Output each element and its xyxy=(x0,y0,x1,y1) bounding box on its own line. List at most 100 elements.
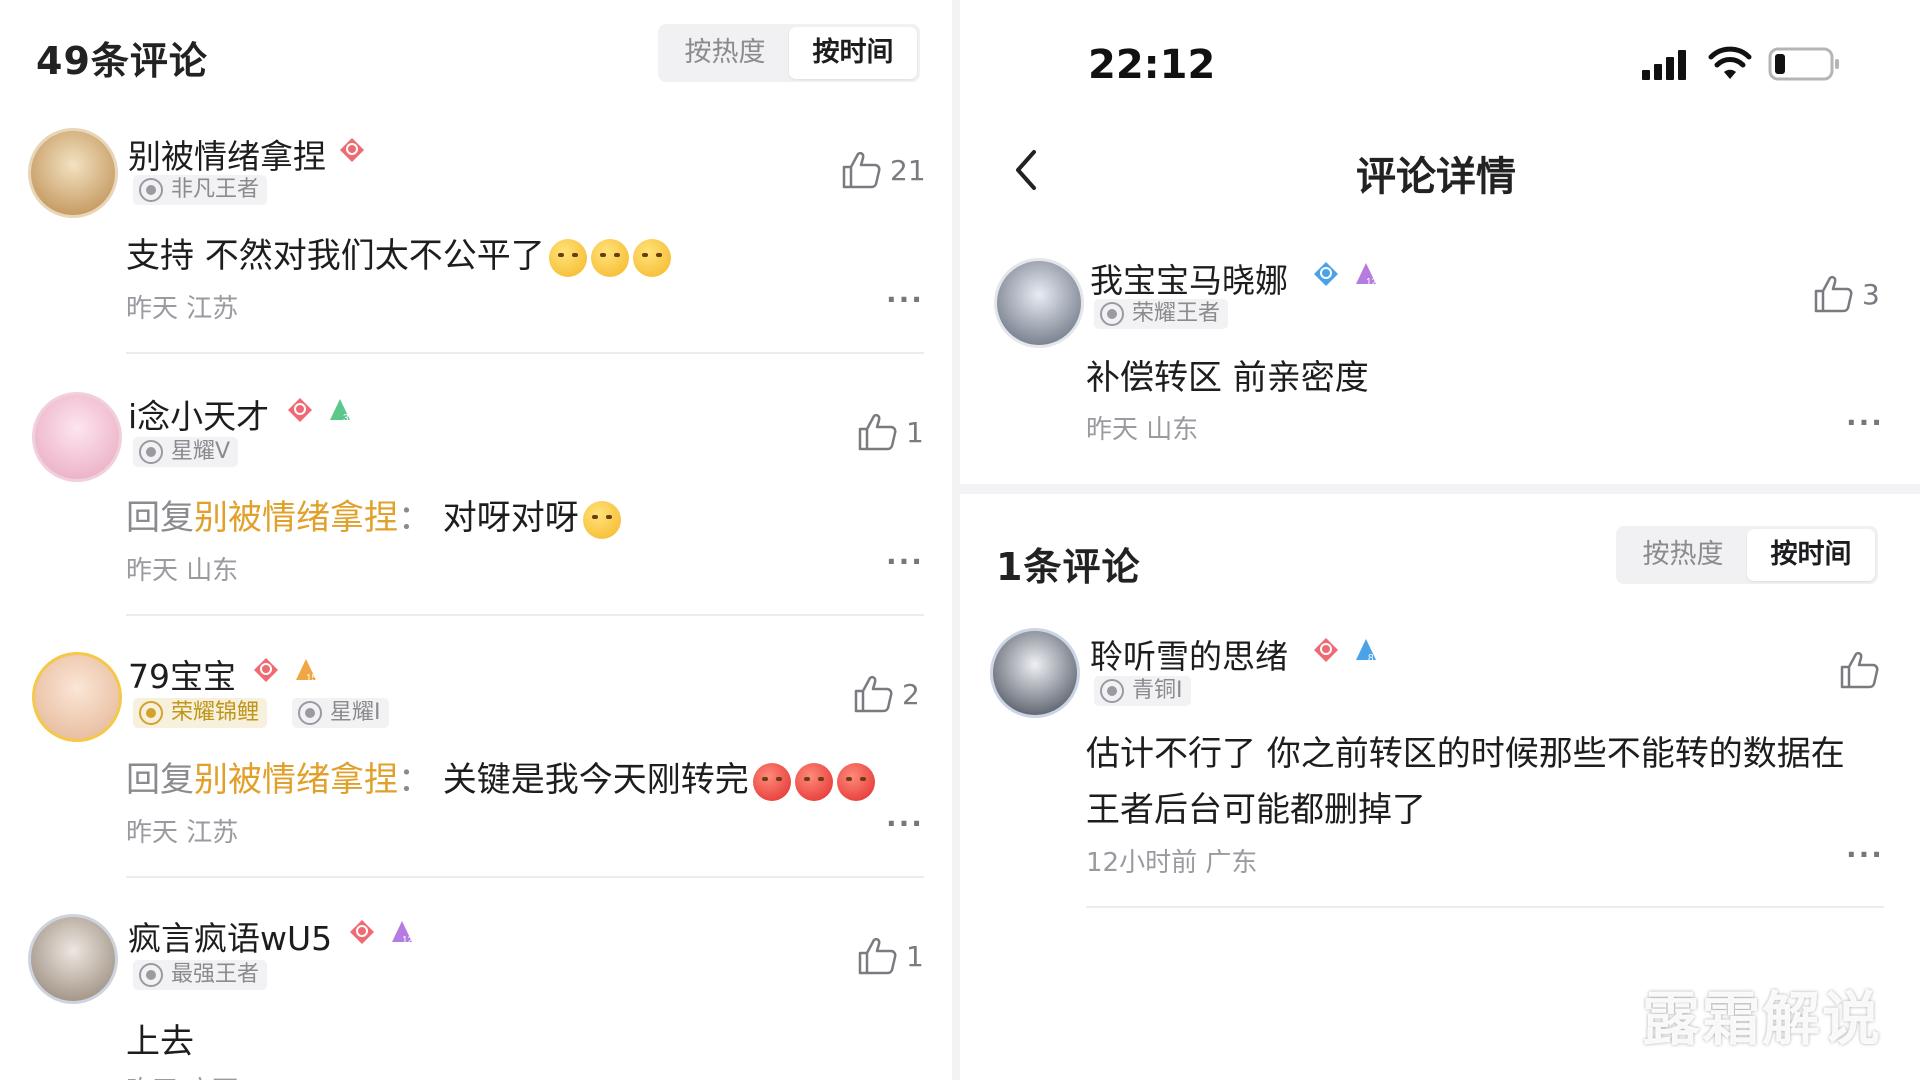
rank-tag: 星耀V xyxy=(133,437,239,467)
divider xyxy=(1086,906,1884,908)
reply-target-link[interactable]: 别被情绪拿捏 xyxy=(194,760,398,800)
divider xyxy=(126,614,924,616)
gender-badge-icon xyxy=(350,920,374,944)
comment-list-panel: 49条评论 按热度 按时间 别被情绪拿捏 非凡王者 支持 不然对我们太不公平了 … xyxy=(0,0,952,1080)
more-options-icon[interactable]: ··· xyxy=(886,545,924,578)
more-options-icon[interactable]: ··· xyxy=(886,807,924,840)
username[interactable]: i念小天才 xyxy=(128,390,269,438)
comment-meta: 昨天 广西 xyxy=(126,1070,238,1080)
gender-badge-icon xyxy=(1314,262,1338,286)
like-button[interactable]: 1 xyxy=(856,936,924,976)
reply-target-link[interactable]: 别被情绪拿捏 xyxy=(194,498,398,538)
thumbs-up-icon xyxy=(858,937,897,975)
username[interactable]: 聆听雪的思绪 xyxy=(1090,630,1288,678)
comment-text: 回复别被情绪拿捏： 对呀对呀 xyxy=(126,490,621,539)
like-button[interactable]: 3 xyxy=(1812,274,1880,314)
like-count: 21 xyxy=(890,153,926,187)
level-badge-icon: 15 xyxy=(296,659,318,684)
more-options-icon[interactable]: ··· xyxy=(1846,406,1884,439)
comment-text: 上去 xyxy=(126,1022,194,1062)
comment-meta: 昨天 山东 xyxy=(1086,415,1199,445)
sort-by-hot-tab[interactable]: 按热度 xyxy=(661,27,789,79)
thumbs-up-icon xyxy=(854,675,893,713)
thumbs-up-icon xyxy=(1840,651,1879,689)
avatar[interactable] xyxy=(32,652,122,742)
gender-badge-icon xyxy=(340,138,364,162)
username[interactable]: 疯言疯语wU5 xyxy=(128,912,332,960)
rank-tag: 非凡王者 xyxy=(133,175,268,205)
comment-detail-panel: 22:12 评论详情 我宝宝马晓娜 12 荣耀王者 补偿转区 前亲密度 昨天 山… xyxy=(960,0,1920,1080)
wifi-icon xyxy=(1708,46,1752,79)
avatar[interactable] xyxy=(32,392,122,482)
svg-text:3: 3 xyxy=(343,413,349,424)
rank-icon xyxy=(1100,679,1124,703)
like-button[interactable]: 1 xyxy=(856,412,924,452)
comment-text: 支持 不然对我们太不公平了 xyxy=(126,228,671,277)
divider xyxy=(126,352,924,354)
comment-count-title: 49条评论 xyxy=(36,39,208,83)
gender-badge-icon xyxy=(1314,638,1338,662)
page-title: 评论详情 xyxy=(1356,154,1516,200)
status-time: 22:12 xyxy=(1088,42,1216,88)
section-divider xyxy=(960,484,1920,494)
like-button[interactable]: 2 xyxy=(852,674,920,714)
level-badge-icon: 12 xyxy=(392,921,414,946)
gender-badge-icon xyxy=(288,398,312,422)
comment-text: 补偿转区 前亲密度 xyxy=(1086,358,1369,398)
rank-tag: 星耀I xyxy=(292,698,389,728)
like-button[interactable] xyxy=(1838,650,1880,690)
level-badge-icon: 8 xyxy=(1356,639,1376,664)
comment-text-line2: 王者后台可能都删掉了 xyxy=(1086,790,1426,830)
back-arrow-icon[interactable] xyxy=(1012,148,1040,192)
comment-text: 回复别被情绪拿捏： 关键是我今天刚转完 xyxy=(126,752,875,801)
battery-icon xyxy=(1768,47,1839,81)
comment-meta: 昨天 山东 xyxy=(126,556,239,586)
rank-icon xyxy=(1100,302,1124,326)
koi-icon xyxy=(139,701,163,725)
comment-text-line1: 估计不行了 你之前转区的时候那些不能转的数据在 xyxy=(1086,734,1845,774)
signal-icon xyxy=(1642,50,1686,80)
rank-tag: 最强王者 xyxy=(133,960,268,990)
sort-by-hot-tab[interactable]: 按热度 xyxy=(1619,529,1747,581)
honor-tag: 荣耀锦鲤 xyxy=(133,698,268,728)
rank-icon xyxy=(139,178,163,202)
comment-meta: 12小时前 广东 xyxy=(1086,848,1258,878)
sort-tabs: 按热度 按时间 xyxy=(1616,526,1878,584)
sort-by-time-tab[interactable]: 按时间 xyxy=(1747,529,1875,581)
comment-meta: 昨天 江苏 xyxy=(126,818,239,848)
sad-emoji-icon xyxy=(632,238,671,277)
avatar[interactable] xyxy=(28,914,118,1004)
username[interactable]: 79宝宝 xyxy=(128,650,236,698)
thumbs-up-icon xyxy=(1814,275,1853,313)
thumbs-up-icon xyxy=(858,413,897,451)
angry-emoji-icon xyxy=(836,762,875,801)
avatar[interactable] xyxy=(990,628,1080,718)
rank-icon xyxy=(139,440,163,464)
comment-meta: 昨天 江苏 xyxy=(126,294,239,324)
like-count: 2 xyxy=(902,677,920,711)
sort-by-time-tab[interactable]: 按时间 xyxy=(789,27,917,79)
angry-emoji-icon xyxy=(752,762,791,801)
username[interactable]: 我宝宝马晓娜 xyxy=(1090,254,1288,302)
svg-text:12: 12 xyxy=(1366,277,1378,288)
username[interactable]: 别被情绪拿捏 xyxy=(128,130,326,178)
sort-tabs: 按热度 按时间 xyxy=(658,24,920,82)
avatar[interactable] xyxy=(994,258,1084,348)
avatar[interactable] xyxy=(28,128,118,218)
crying-emoji-icon xyxy=(582,500,621,539)
like-count: 1 xyxy=(906,939,924,973)
svg-text:8: 8 xyxy=(1368,653,1374,664)
like-count: 1 xyxy=(906,415,924,449)
rank-tag: 荣耀王者 xyxy=(1094,299,1229,329)
svg-text:15: 15 xyxy=(306,673,318,684)
watermark: 露霜解说 xyxy=(1642,985,1883,1053)
more-options-icon[interactable]: ··· xyxy=(1846,838,1884,871)
divider xyxy=(126,876,924,878)
like-button[interactable]: 21 xyxy=(840,150,926,190)
gender-badge-icon xyxy=(254,658,278,682)
level-badge-icon: 12 xyxy=(1356,263,1378,288)
panel-divider xyxy=(952,0,960,1080)
like-count: 3 xyxy=(1862,277,1880,311)
rank-icon xyxy=(139,963,163,987)
more-options-icon[interactable]: ··· xyxy=(886,283,924,316)
